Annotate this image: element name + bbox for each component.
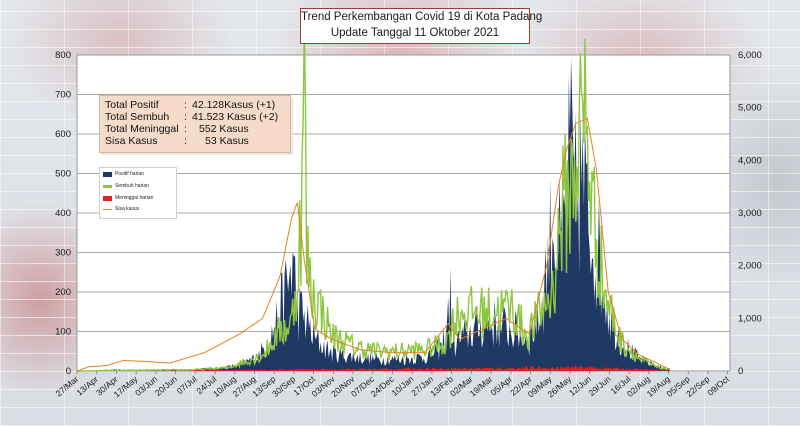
summary-label: Total Sembuh [105, 111, 170, 123]
summary-value: 42.128Kasus (+1) [192, 99, 276, 111]
legend: Positif harian Sembuh harian Meninggal h… [99, 167, 177, 219]
y-left-tick-label: 0 [66, 366, 71, 377]
chart-title-line-1: Trend Perkembangan Covid 19 di Kota Pada… [301, 11, 543, 23]
legend-label: Meninggal harian [115, 195, 154, 201]
legend-label: Positif harian [115, 171, 144, 177]
y-right-tick-label: 2,000 [738, 261, 762, 272]
x-tick-label: 09/Oct [705, 373, 731, 397]
legend-label: Sisa kasus [115, 206, 140, 212]
y-left-tick-label: 100 [55, 327, 71, 338]
y-right-tick-label: 4,000 [738, 155, 762, 166]
summary-label: Total Positif [105, 99, 159, 111]
summary-label: Sisa Kasus [105, 135, 158, 147]
chart-title-line-2: Update Tanggal 11 Oktober 2021 [330, 27, 500, 39]
y-right-tick-label: 5,000 [738, 103, 762, 114]
x-tick-label: 07/Jul [175, 374, 199, 396]
summary-value: 41.523 Kasus (+2) [192, 111, 279, 123]
summary-label: Total Meninggal [105, 123, 179, 135]
x-tick-label: 27/Mar [54, 374, 81, 399]
y-left-tick-label: 600 [55, 129, 71, 140]
summary-value: 53 Kasus [205, 135, 249, 147]
summary-box: Total Positif : 42.128Kasus (+1) Total S… [99, 95, 291, 153]
y-axis-right: 0 1,000 2,000 3,000 4,000 5,000 6,000 [738, 50, 762, 377]
y-right-tick-label: 0 [738, 366, 743, 377]
x-tick-label: 30/Sep [270, 374, 297, 399]
chart-title: Trend Perkembangan Covid 19 di Kota Pada… [300, 8, 543, 44]
y-right-tick-label: 1,000 [738, 313, 762, 324]
y-axis-left: 0 100 200 300 400 500 600 700 800 [55, 50, 71, 377]
x-axis: 27/Mar13/Apr30/Apr17/May03/Jun20/Jun07/J… [54, 371, 731, 399]
legend-label: Sembuh harian [115, 183, 149, 189]
y-left-tick-label: 400 [55, 208, 71, 219]
x-tick-label: 20/Jun [153, 374, 179, 398]
y-left-tick-label: 200 [55, 287, 71, 298]
x-tick-label: 29/Jun [587, 374, 613, 398]
x-tick-label: 22/Sep [684, 374, 711, 399]
y-left-tick-label: 500 [55, 169, 71, 180]
summary-value: 552 Kasus [199, 123, 249, 135]
y-right-tick-label: 6,000 [738, 50, 762, 61]
legend-swatch [103, 185, 112, 188]
y-right-tick-label: 3,000 [738, 208, 762, 219]
y-left-tick-label: 300 [55, 248, 71, 259]
y-left-tick-label: 700 [55, 90, 71, 101]
y-left-tick-label: 800 [55, 50, 71, 61]
x-tick-label: 19/Mar [468, 374, 495, 399]
legend-swatch [103, 196, 112, 201]
legend-swatch [103, 172, 112, 177]
legend-swatch [103, 209, 112, 210]
